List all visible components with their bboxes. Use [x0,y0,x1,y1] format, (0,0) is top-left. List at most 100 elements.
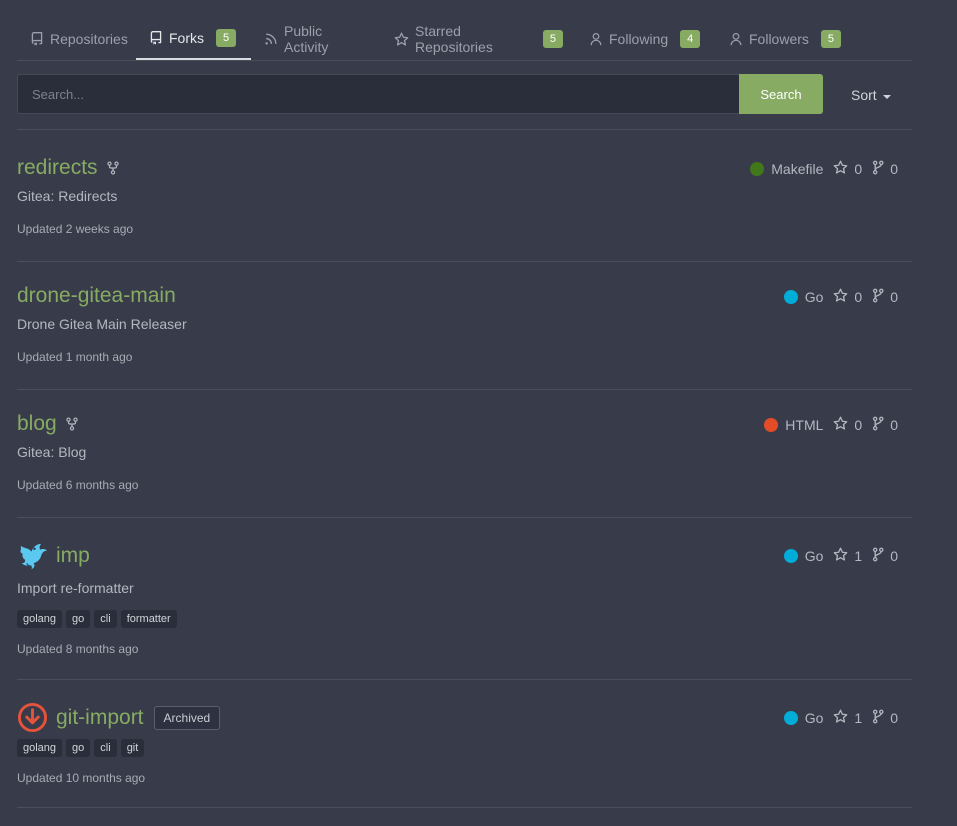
topic-tag[interactable]: golang [17,610,63,628]
stars-count: 0 [854,289,863,305]
repo-name-link[interactable]: imp [56,544,90,568]
search-bar: Search Sort [17,74,912,114]
stars-stat[interactable]: 0 [833,416,862,434]
star-icon [833,709,848,727]
star-icon [833,547,848,565]
repo-name-link[interactable]: redirects [17,156,98,180]
repo-meta: Go 1 0 [783,544,906,568]
repo-updated: Updated 6 months ago [17,478,139,492]
repo-description: Import re-formatter [17,580,134,596]
tab-label: Following [609,31,669,47]
forks-stat[interactable]: 0 [872,547,898,565]
download-circle-icon [17,702,48,733]
repo-item: blog HTML 0 0 Gitea: Blog Updated 6 mont… [17,412,912,518]
tab-label: Public Activity [284,23,329,55]
person-icon [589,32,603,46]
repo-updated: Updated 10 months ago [17,771,146,785]
forks-stat[interactable]: 0 [872,160,898,178]
topic-list: golang go cli formatter [17,610,912,628]
search-button[interactable]: Search [739,74,823,114]
star-icon [833,160,848,178]
repo-item: drone-gitea-main Go 0 0 Drone Gitea Main… [17,284,912,390]
count-badge: 5 [542,30,563,48]
branch-fork-icon [872,160,884,178]
star-icon [394,32,409,47]
topic-list: golang go cli git [17,739,912,757]
topic-tag[interactable]: cli [94,610,117,628]
repo-item: git-import Archived Go 1 0 golang go cli… [17,702,912,808]
stars-count: 0 [854,161,863,177]
forks-count: 0 [890,289,898,305]
topic-tag[interactable]: go [66,610,91,628]
branch-fork-icon [872,547,884,565]
stars-stat[interactable]: 0 [833,288,862,306]
forks-stat[interactable]: 0 [872,709,898,727]
language-label: Go [804,710,824,726]
repo-icon [30,32,44,46]
search-input[interactable] [17,74,739,114]
topic-tag[interactable]: cli [94,739,117,757]
person-icon [729,32,743,46]
language-color-dot [783,549,798,563]
count-badge: 5 [820,30,842,48]
repo-meta: Go 0 0 [783,285,906,309]
forks-stat[interactable]: 0 [872,416,898,434]
tab-forks[interactable]: Forks 5 [136,18,251,60]
stars-count: 0 [854,417,863,433]
language-color-dot [750,162,765,176]
tab-label: Forks [169,30,204,46]
repo-item: imp Go 1 0 Import re-formatter golang go… [17,540,912,680]
tab-public-activity[interactable]: Public Activity [251,18,381,60]
tab-following[interactable]: Following 4 [576,18,716,60]
sort-label: Sort [851,87,877,103]
tab-repositories[interactable]: Repositories [17,18,136,60]
repo-description: Gitea: Redirects [17,188,118,204]
sort-dropdown[interactable]: Sort [851,76,891,114]
language-color-dot [764,418,779,432]
caret-down-icon [882,87,891,103]
repo-name-link[interactable]: git-import [56,706,144,730]
tab-starred-repositories[interactable]: Starred Repositories 5 [381,18,576,60]
language-label: HTML [785,417,824,433]
topic-tag[interactable]: go [66,739,91,757]
stars-stat[interactable]: 0 [833,160,862,178]
forks-stat[interactable]: 0 [872,288,898,306]
language-label: Makefile [771,161,824,177]
fork-icon [106,160,120,176]
star-icon [833,288,848,306]
forks-count: 0 [890,161,898,177]
tab-followers[interactable]: Followers 5 [716,18,856,60]
forks-count: 0 [890,417,898,433]
repo-icon [149,31,163,45]
profile-tabs: Repositories Forks 5 Public Activity Sta… [17,18,912,61]
repo-name-link[interactable]: drone-gitea-main [17,284,176,308]
forks-count: 0 [890,710,898,726]
branch-fork-icon [872,416,884,434]
language-label: Go [804,548,824,564]
repo-description: Drone Gitea Main Releaser [17,316,187,332]
topic-tag[interactable]: git [120,739,145,757]
repo-updated: Updated 2 weeks ago [17,222,134,236]
language-color-dot [783,290,798,304]
language-label: Go [804,289,824,305]
forks-count: 0 [890,548,898,564]
rss-icon [264,32,278,46]
stars-count: 1 [854,710,863,726]
stars-stat[interactable]: 1 [833,547,862,565]
branch-fork-icon [872,288,884,306]
repo-meta: HTML 0 0 [764,413,906,437]
stars-stat[interactable]: 1 [833,709,862,727]
tab-label: Repositories [50,31,128,47]
count-badge: 4 [680,30,701,48]
repo-updated: Updated 8 months ago [17,642,139,656]
topic-tag[interactable]: formatter [120,610,177,628]
dragon-icon [17,540,48,571]
repo-item: redirects Makefile 0 0 Gitea: Redirects … [17,156,912,262]
divider [17,129,912,130]
repo-name-link[interactable]: blog [17,412,57,436]
topic-tag[interactable]: golang [17,739,63,757]
stars-count: 1 [854,548,863,564]
archived-badge: Archived [153,705,221,730]
repo-updated: Updated 1 month ago [17,350,133,364]
language-color-dot [783,711,798,725]
